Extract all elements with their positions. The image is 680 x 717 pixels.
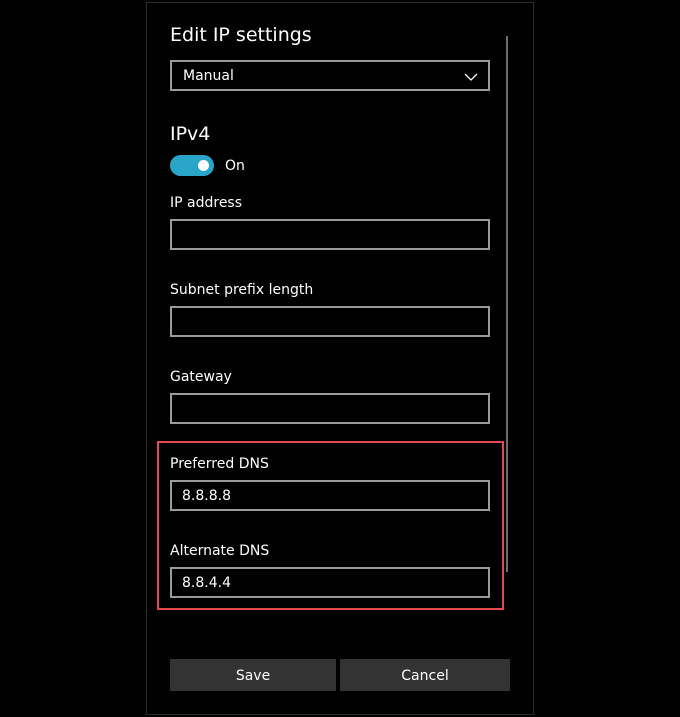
ip-address-label: IP address — [170, 195, 243, 211]
vertical-scrollbar[interactable] — [506, 36, 508, 572]
alternate-dns-input[interactable] — [170, 567, 490, 598]
alternate-dns-label: Alternate DNS — [170, 543, 270, 559]
ipv4-toggle[interactable] — [170, 155, 214, 176]
ipv4-toggle-state: On — [225, 158, 245, 174]
chevron-down-icon — [464, 69, 478, 83]
save-button[interactable]: Save — [170, 659, 336, 691]
ip-assignment-select[interactable]: Manual — [170, 60, 490, 91]
gateway-input[interactable] — [170, 393, 490, 424]
subnet-prefix-length-input[interactable] — [170, 306, 490, 337]
toggle-knob — [198, 160, 209, 171]
dialog-title: Edit IP settings — [170, 24, 312, 46]
preferred-dns-label: Preferred DNS — [170, 456, 269, 472]
cancel-button[interactable]: Cancel — [340, 659, 510, 691]
ip-address-input[interactable] — [170, 219, 490, 250]
gateway-label: Gateway — [170, 369, 232, 385]
edit-ip-settings-dialog — [146, 2, 534, 715]
ipv4-heading: IPv4 — [170, 123, 211, 145]
preferred-dns-input[interactable] — [170, 480, 490, 511]
ip-assignment-select-value: Manual — [183, 68, 234, 84]
subnet-prefix-length-label: Subnet prefix length — [170, 282, 314, 298]
